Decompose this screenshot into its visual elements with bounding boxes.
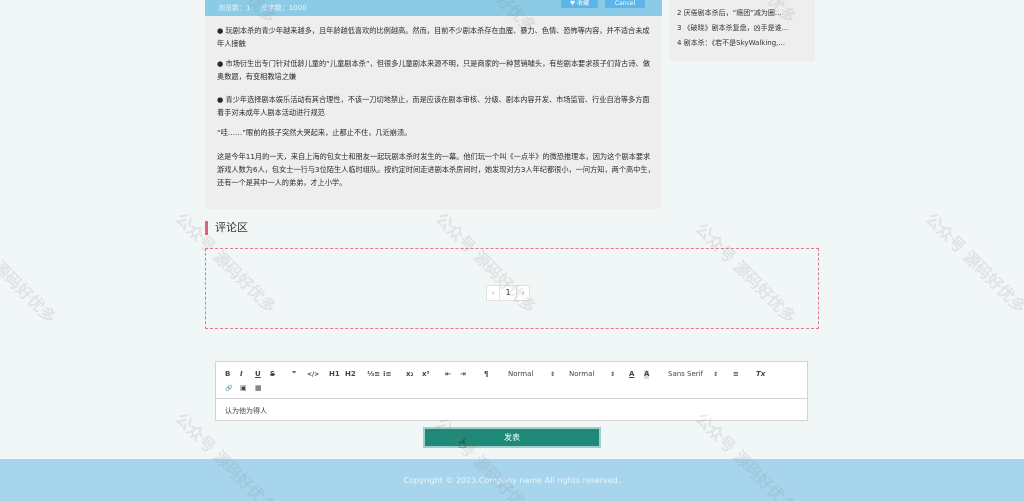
background-color-button[interactable]: A: [644, 370, 650, 379]
link-icon[interactable]: 🔗: [225, 384, 232, 393]
article-paragraph-2: ● 市场衍生出专门针对低龄儿童的“儿童剧本杀”，但很多儿童剧本来源不明，只是商家…: [217, 59, 650, 81]
align-button[interactable]: ≡: [733, 370, 739, 379]
sidebar-item[interactable]: 2 厌倦剧本杀后，“瘾团”减为圈...: [677, 8, 807, 18]
video-icon[interactable]: ▦: [255, 384, 262, 393]
footer: Copyright © 2023.Company name All rights…: [0, 459, 1024, 501]
clean-format-button[interactable]: Tx: [756, 370, 765, 379]
outdent-icon[interactable]: ⇤: [445, 370, 451, 379]
font-select[interactable]: Sans Serif: [668, 370, 703, 379]
chevron-down-icon: ⇕: [550, 371, 556, 378]
editor-content[interactable]: 认为他为得人: [225, 406, 267, 416]
blockquote-button[interactable]: ❞: [292, 370, 296, 379]
chevron-down-icon: ⇕: [610, 371, 616, 378]
font-color-button[interactable]: A: [629, 370, 634, 379]
article-paragraph-5: 这是今年11月的一天，来自上海的包女士和朋友一起玩剧本杀时发生的一幕。他们玩一个…: [217, 152, 655, 187]
cancel-button[interactable]: Cancel: [605, 0, 645, 8]
comment-editor: B I U S ❞ </> H1 H2 ⅓≡ ⁝≡ x₂ x² ⇤ ⇥ ¶ No…: [215, 361, 808, 421]
bullet-list-icon[interactable]: ⁝≡: [383, 370, 392, 379]
image-icon[interactable]: ▣: [240, 384, 247, 393]
article-paragraph-3: ● 青少年选择剧本娱乐活动有其合理性，不该一刀切地禁止，而是应该在剧本审核、分级…: [217, 95, 650, 117]
pagination: ‹ 1 ›: [486, 285, 530, 301]
pager-prev-button[interactable]: ‹: [486, 285, 500, 301]
indent-icon[interactable]: ⇥: [460, 370, 466, 379]
favorite-button[interactable]: ♥ 收藏: [561, 0, 598, 8]
comment-list: ‹ 1 ›: [205, 248, 819, 329]
pager-page-1[interactable]: 1: [499, 285, 517, 301]
rtl-icon[interactable]: ¶: [484, 370, 488, 379]
superscript-button[interactable]: x²: [422, 370, 430, 379]
comment-section-title: 评论区: [205, 221, 248, 235]
article-stats-bar: 浏览数：1 总字数：1000 ♥ 收藏 Cancel: [205, 0, 662, 16]
header-select[interactable]: Normal: [508, 370, 533, 379]
strike-button[interactable]: S: [270, 370, 275, 379]
footer-copyright: Copyright © 2023.Company name All rights…: [403, 476, 621, 485]
submit-comment-button[interactable]: 发表: [423, 427, 601, 448]
ordered-list-icon[interactable]: ⅓≡: [367, 370, 380, 379]
sidebar-ranking: 2 厌倦剧本杀后，“瘾团”减为圈... 3 《破晓》剧本杀复盘，凶手是谁... …: [669, 0, 815, 62]
editor-toolbar: B I U S ❞ </> H1 H2 ⅓≡ ⁝≡ x₂ x² ⇤ ⇥ ¶ No…: [216, 362, 807, 399]
sidebar-item[interactable]: 3 《破晓》剧本杀复盘，凶手是谁...: [677, 23, 807, 33]
article-stats: 浏览数：1 总字数：1000: [218, 3, 315, 13]
sidebar-item[interactable]: 4 剧本杀：《若不是SkyWalking,...: [677, 38, 807, 48]
h2-button[interactable]: H2: [345, 370, 356, 379]
h1-button[interactable]: H1: [329, 370, 340, 379]
italic-button[interactable]: I: [240, 370, 243, 379]
hand-cursor-icon: ☝: [458, 436, 467, 452]
underline-button[interactable]: U: [255, 370, 261, 379]
bold-button[interactable]: B: [225, 370, 230, 379]
subscript-button[interactable]: x₂: [406, 370, 414, 379]
watermark: 公众号 源码好优多: [0, 219, 60, 328]
pager-next-button[interactable]: ›: [516, 285, 530, 301]
word-count: 总字数：1000: [260, 4, 307, 12]
watermark: 公众号 源码好优多: [921, 209, 1024, 318]
article-paragraph-4: “哇……”眼前的孩子突然大哭起来，止都止不住，几近崩溃。: [217, 128, 412, 137]
article-card: 浏览数：1 总字数：1000 ♥ 收藏 Cancel ● 玩剧本杀的青少年越来越…: [205, 0, 662, 209]
size-select[interactable]: Normal: [569, 370, 594, 379]
browse-count: 浏览数：1: [218, 4, 251, 12]
chevron-down-icon: ⇕: [713, 371, 719, 378]
article-paragraph-1: ● 玩剧本杀的青少年越来越多，且年龄越低喜欢的比例越高。然而，目前不少剧本杀存在…: [217, 26, 650, 48]
code-button[interactable]: </>: [307, 370, 319, 379]
